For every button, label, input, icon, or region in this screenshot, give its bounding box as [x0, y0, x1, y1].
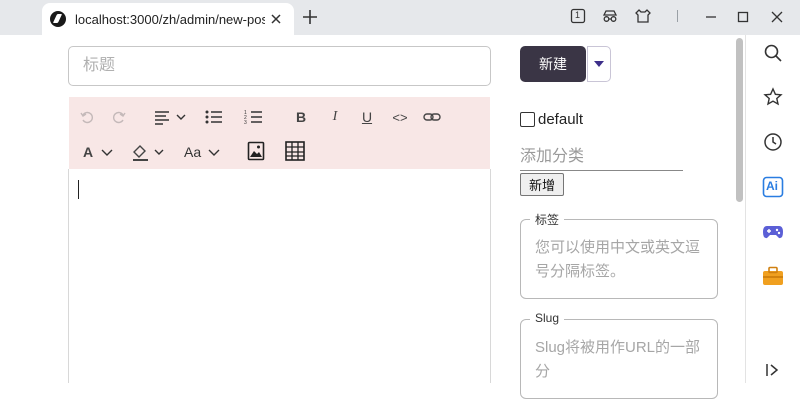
- slug-field[interactable]: Slug Slug将被用作URL的一部分: [520, 311, 718, 399]
- bullet-list-icon[interactable]: [204, 106, 224, 128]
- incognito-icon[interactable]: [601, 7, 619, 25]
- code-icon[interactable]: <>: [391, 106, 409, 128]
- admin-page: 1 2 3 B I U <> A Aa: [0, 35, 745, 399]
- window-controls-divider: [677, 10, 678, 22]
- post-title-input[interactable]: [68, 46, 491, 86]
- copilot-glyph: Ai: [766, 179, 778, 193]
- text-color-icon[interactable]: A: [81, 141, 117, 163]
- category-default-label: default: [538, 111, 584, 128]
- close-window-icon[interactable]: [766, 6, 788, 28]
- highlight-icon[interactable]: [131, 141, 169, 163]
- search-icon[interactable]: [760, 40, 786, 66]
- tab-title: localhost:3000/zh/admin/new-post: [75, 11, 265, 27]
- font-size-label: Aa: [184, 144, 202, 160]
- redo-icon[interactable]: [111, 106, 127, 128]
- collapse-icon[interactable]: [760, 357, 786, 383]
- tags-field[interactable]: 标签 您可以使用中文或英文逗号分隔标签。: [520, 211, 718, 299]
- category-default-row[interactable]: default: [520, 111, 583, 128]
- history-icon[interactable]: [760, 129, 786, 155]
- tab-count-icon[interactable]: 1: [569, 7, 587, 25]
- table-icon[interactable]: [284, 140, 306, 162]
- text-color-glyph: A: [83, 144, 94, 160]
- add-category-input[interactable]: [520, 143, 683, 171]
- create-post-button[interactable]: 新建: [520, 46, 586, 82]
- category-default-checkbox[interactable]: [520, 112, 535, 127]
- undo-icon[interactable]: [79, 106, 95, 128]
- browser-tab[interactable]: localhost:3000/zh/admin/new-post: [42, 3, 294, 35]
- slug-legend: Slug: [530, 311, 565, 325]
- image-icon[interactable]: [247, 140, 265, 162]
- italic-icon[interactable]: I: [327, 106, 343, 128]
- tags-placeholder: 您可以使用中文或英文逗号分隔标签。: [535, 239, 701, 280]
- favorites-icon[interactable]: [760, 84, 786, 110]
- page-scrollbar-thumb[interactable]: [736, 38, 743, 202]
- browser-tab-strip: localhost:3000/zh/admin/new-post 1: [0, 0, 800, 35]
- close-icon[interactable]: [268, 11, 284, 27]
- slug-placeholder: Slug将被用作URL的一部分: [535, 339, 701, 380]
- text-caret: [78, 180, 79, 199]
- editor-content-area[interactable]: [68, 169, 491, 383]
- tags-legend: 标签: [530, 211, 565, 228]
- svg-text:3: 3: [244, 120, 247, 126]
- extensions-icon[interactable]: [634, 7, 652, 25]
- games-icon[interactable]: [760, 219, 786, 245]
- underline-icon[interactable]: U: [359, 106, 375, 128]
- tools-icon[interactable]: [760, 263, 786, 289]
- numbered-list-icon[interactable]: 1 2 3: [244, 106, 264, 128]
- minimize-icon[interactable]: [700, 6, 722, 28]
- tab-count: 1: [575, 10, 581, 20]
- browser-side-panel: Ai: [745, 35, 800, 383]
- chevron-down-icon: [594, 61, 604, 67]
- plus-icon[interactable]: [300, 7, 320, 27]
- bold-icon[interactable]: B: [293, 106, 309, 128]
- editor-toolbar: 1 2 3 B I U <> A Aa: [69, 97, 490, 169]
- font-size-icon[interactable]: Aa: [183, 141, 223, 163]
- copilot-icon[interactable]: Ai: [760, 174, 786, 200]
- favicon-icon: [50, 11, 66, 27]
- align-icon[interactable]: [153, 106, 189, 128]
- create-options-dropdown[interactable]: [587, 46, 611, 82]
- maximize-icon[interactable]: [732, 6, 754, 28]
- add-category-button[interactable]: 新增: [520, 173, 564, 196]
- link-icon[interactable]: [423, 106, 441, 128]
